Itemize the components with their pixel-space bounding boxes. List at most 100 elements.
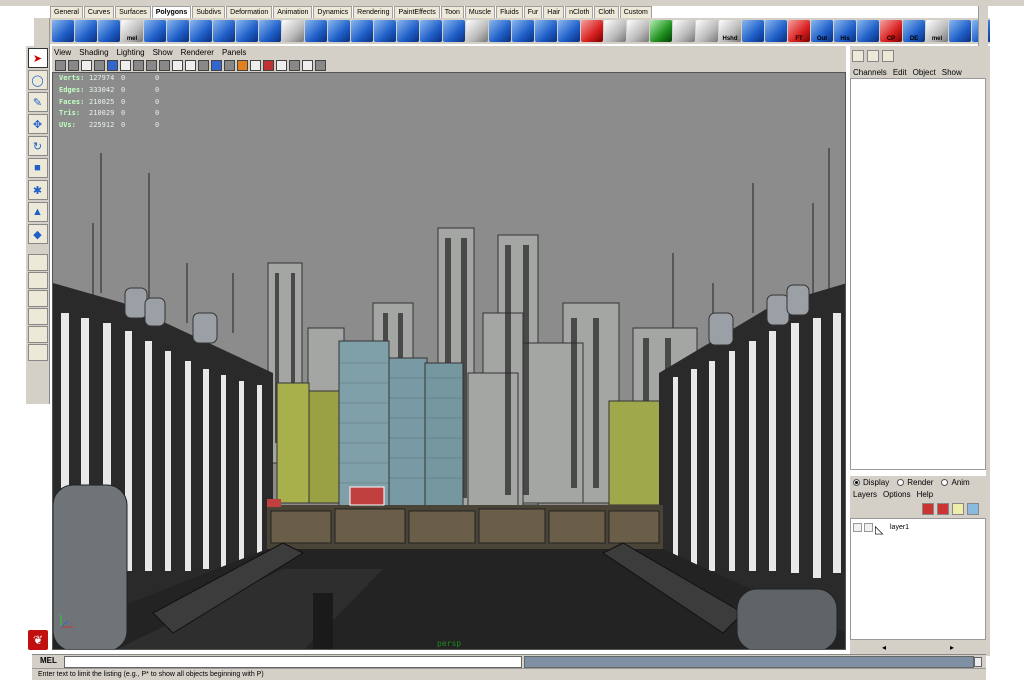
- combine-icon[interactable]: [328, 20, 350, 42]
- shadows-icon[interactable]: [250, 59, 261, 71]
- tool-settings-toggle-icon[interactable]: [882, 50, 894, 62]
- split-polygon-icon[interactable]: [604, 20, 626, 42]
- anim-mode-radio[interactable]: [941, 478, 949, 486]
- frame-selection-icon[interactable]: [315, 59, 326, 71]
- extrude-icon[interactable]: [742, 20, 764, 42]
- cb-menu-edit[interactable]: Edit: [893, 68, 907, 77]
- layer-row[interactable]: ◺ layer1: [851, 521, 985, 536]
- face-tool-icon[interactable]: FT: [788, 20, 810, 42]
- center-pivot-icon[interactable]: CP: [880, 20, 902, 42]
- grid-icon[interactable]: [94, 59, 105, 71]
- layer-options-icon[interactable]: [952, 503, 964, 515]
- safe-action-icon[interactable]: [159, 59, 170, 71]
- offset-edge-loop-icon[interactable]: [673, 20, 695, 42]
- poly-soccer-ball-icon[interactable]: [305, 20, 327, 42]
- panel-menu-view[interactable]: View: [54, 48, 71, 57]
- poly-pyramid-icon[interactable]: [236, 20, 258, 42]
- use-all-lights-icon[interactable]: [237, 59, 248, 71]
- shelf-tab-dynamics[interactable]: Dynamics: [313, 6, 353, 18]
- shelf-tab-painteffects[interactable]: PaintEffects: [394, 6, 440, 18]
- panel-menu-lighting[interactable]: Lighting: [117, 48, 145, 57]
- mel-script-icon[interactable]: mel: [121, 20, 143, 42]
- scale-tool-icon[interactable]: ■: [27, 158, 48, 178]
- layer-display-type-toggle[interactable]: [864, 522, 873, 532]
- panel-menu-panels[interactable]: Panels: [222, 48, 246, 57]
- channel-box-toggle-icon[interactable]: [852, 50, 864, 62]
- shelf-tab-toon[interactable]: Toon: [440, 6, 464, 18]
- history-icon[interactable]: His: [834, 20, 856, 42]
- film-gate-icon[interactable]: [107, 59, 118, 71]
- poly-cube-icon[interactable]: [75, 20, 97, 42]
- poly-prism-icon[interactable]: [213, 20, 235, 42]
- hypershade-layout-icon[interactable]: [27, 326, 48, 343]
- shelf-menu-button[interactable]: [34, 18, 50, 46]
- insert-edge-loop-icon[interactable]: [650, 20, 672, 42]
- shelf-tab-hair[interactable]: Hair: [543, 6, 565, 18]
- shelf-tab-animation[interactable]: Animation: [273, 6, 313, 18]
- wedge-icon[interactable]: [949, 20, 971, 42]
- mel-language-label[interactable]: MEL: [40, 656, 57, 665]
- layer-visibility-toggle[interactable]: [853, 522, 862, 532]
- textured-icon[interactable]: [224, 59, 235, 71]
- gate-mask-icon[interactable]: [133, 59, 144, 71]
- bevel-icon[interactable]: [857, 20, 879, 42]
- safe-title-icon[interactable]: [172, 59, 183, 71]
- layer-sort-icon[interactable]: [967, 503, 979, 515]
- quadrangulate-icon[interactable]: [512, 20, 534, 42]
- bookmarks-icon[interactable]: [68, 59, 79, 71]
- smooth-shade-icon[interactable]: [198, 59, 209, 71]
- single-perspective-layout-icon[interactable]: [27, 254, 48, 271]
- poly-sphere-icon[interactable]: [52, 20, 74, 42]
- panel-menu-renderer[interactable]: Renderer: [181, 48, 214, 57]
- lasso-tool-icon[interactable]: ◯: [27, 70, 48, 90]
- script-editor-button[interactable]: [974, 657, 982, 667]
- smooth-icon[interactable]: [420, 20, 442, 42]
- append-polygon-icon[interactable]: [581, 20, 603, 42]
- persp-graph-layout-icon[interactable]: [27, 308, 48, 325]
- poly-pipe-icon[interactable]: [259, 20, 281, 42]
- render-mode-radio[interactable]: [897, 478, 905, 486]
- channel-box-body[interactable]: [850, 78, 986, 470]
- persp-uv-layout-icon[interactable]: [27, 344, 48, 361]
- separate-icon[interactable]: [351, 20, 373, 42]
- bridge-icon[interactable]: [765, 20, 787, 42]
- frame-all-icon[interactable]: [302, 59, 313, 71]
- shelf-tab-muscle[interactable]: Muscle: [464, 6, 496, 18]
- shelf-tab-cloth[interactable]: Cloth: [594, 6, 619, 18]
- extract-icon[interactable]: [374, 20, 396, 42]
- cb-menu-channels[interactable]: Channels: [853, 68, 887, 77]
- paint-select-tool-icon[interactable]: ✎: [27, 92, 48, 112]
- rotate-tool-icon[interactable]: ↻: [27, 136, 48, 156]
- high-quality-icon[interactable]: [263, 59, 274, 71]
- perspective-viewport[interactable]: Verts: 127974 0 0 Edges: 333042 0 0 Face…: [52, 72, 846, 650]
- reduce-icon[interactable]: [443, 20, 465, 42]
- harden-shading-icon[interactable]: Hshd: [719, 20, 741, 42]
- move-tool-icon[interactable]: ✥: [27, 114, 48, 134]
- shelf-tab-general[interactable]: General: [50, 6, 83, 18]
- wireframe-icon[interactable]: [185, 59, 196, 71]
- shelf-tab-ncloth[interactable]: nCloth: [565, 6, 594, 18]
- le-menu-options[interactable]: Options: [883, 490, 911, 499]
- field-chart-icon[interactable]: [146, 59, 157, 71]
- poly-cone-icon[interactable]: [144, 20, 166, 42]
- resolution-gate-icon[interactable]: [120, 59, 131, 71]
- xray-icon[interactable]: [276, 59, 287, 71]
- mel-script-2-icon[interactable]: mel: [926, 20, 948, 42]
- four-view-layout-icon[interactable]: [27, 272, 48, 289]
- shelf-tab-subdivs[interactable]: Subdivs: [192, 6, 226, 18]
- shelf-scroll-bar[interactable]: [978, 6, 988, 46]
- fill-hole-icon[interactable]: [535, 20, 557, 42]
- mel-command-input[interactable]: [64, 656, 522, 668]
- outliner-icon[interactable]: Out: [811, 20, 833, 42]
- shelf-tab-polygons[interactable]: Polygons: [151, 6, 192, 18]
- boolean-icon[interactable]: [397, 20, 419, 42]
- shelf-tab-rendering[interactable]: Rendering: [353, 6, 394, 18]
- checker-icon[interactable]: [627, 20, 649, 42]
- soft-modification-icon[interactable]: ▲: [27, 202, 48, 222]
- image-plane-icon[interactable]: [81, 59, 92, 71]
- shelf-tab-custom[interactable]: Custom: [619, 6, 652, 18]
- shelf-tab-fur[interactable]: Fur: [523, 6, 543, 18]
- delete-edge-icon[interactable]: DE: [903, 20, 925, 42]
- persp-outliner-layout-icon[interactable]: [27, 290, 48, 307]
- poly-helix-icon[interactable]: [282, 20, 304, 42]
